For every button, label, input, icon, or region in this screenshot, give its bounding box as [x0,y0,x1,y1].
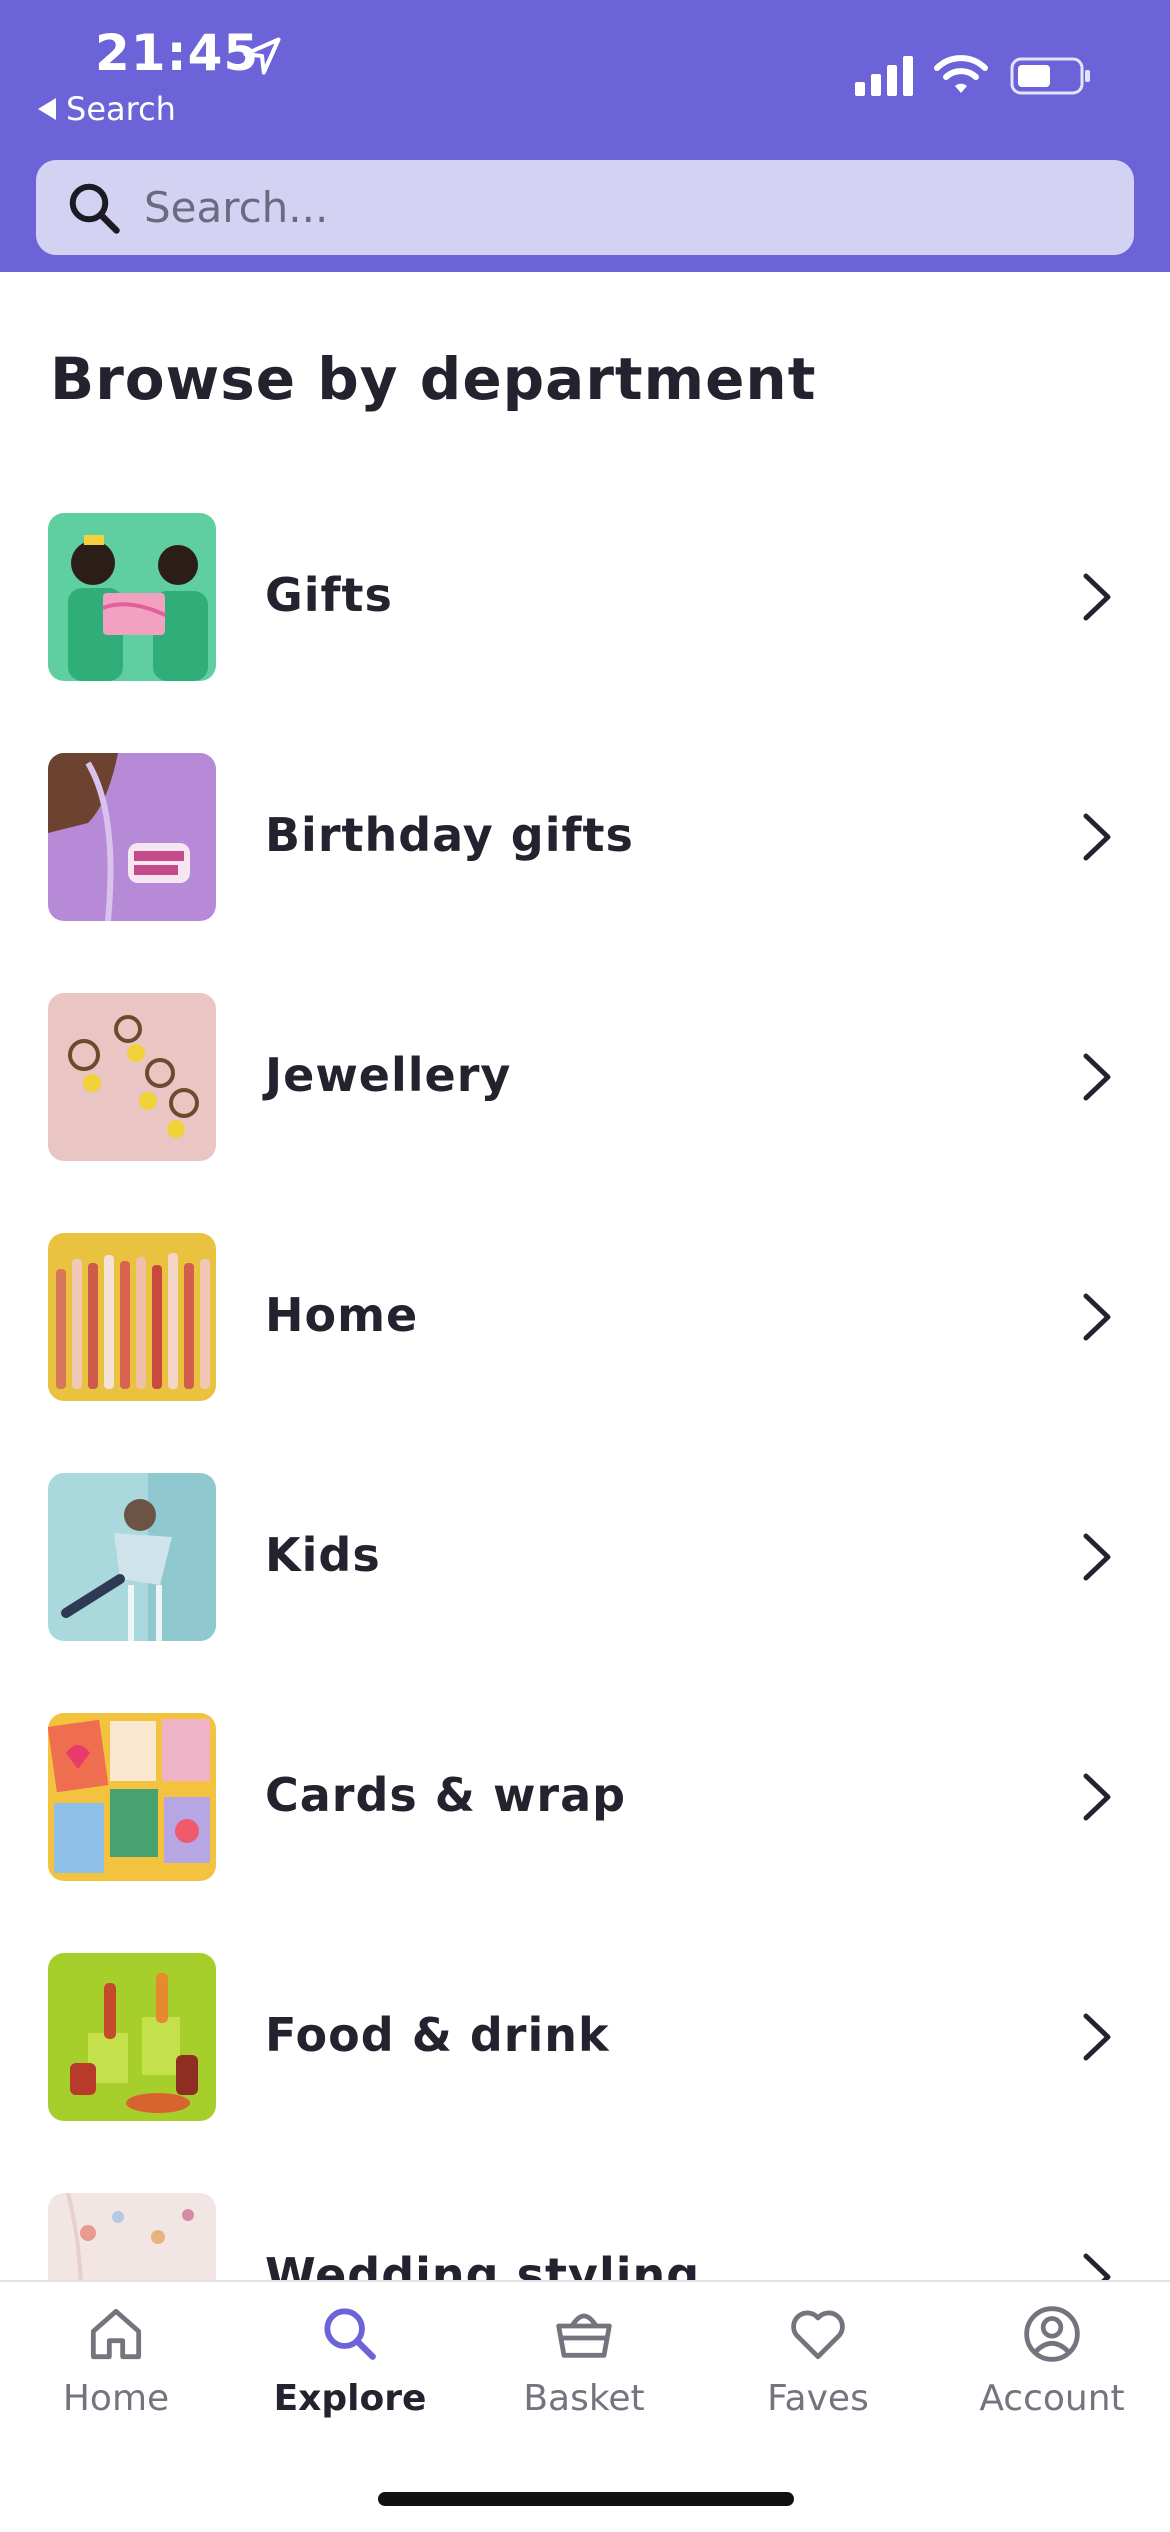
food-drink-image [48,1953,216,2121]
wifi-icon [934,55,988,93]
home-indicator [378,2492,794,2506]
chevron-right-icon [1083,1293,1111,1341]
chevron-right-icon [1083,1053,1111,1101]
department-label: Gifts [265,568,393,622]
department-item-birthday-gifts[interactable]: Birthday gifts [0,730,1170,970]
user-circle-icon [1024,2306,1080,2362]
tab-explore[interactable]: Explore [245,2302,455,2452]
department-item-cards-wrap[interactable]: Cards & wrap [0,1690,1170,1930]
tab-label: Home [62,2378,170,2419]
department-item-wedding-styling[interactable]: Wedding styling [0,2170,1170,2280]
status-time: 21:45 [95,24,260,82]
chevron-right-icon [1083,1773,1111,1821]
signal-icon [855,56,913,96]
house-icon [90,2308,142,2360]
department-label: Kids [265,1528,381,1582]
tab-label: Faves [767,2378,869,2419]
home-image [48,1233,216,1401]
department-label: Birthday gifts [265,808,634,862]
department-label: Food & drink [265,2008,610,2062]
department-label: Jewellery [265,1048,512,1102]
jewellery-image [48,993,216,1161]
back-link-label: Search [66,90,176,128]
chevron-right-icon [1083,2013,1111,2061]
page-title: Browse by department [50,345,817,413]
battery-icon [1010,57,1090,95]
gifts-image [48,513,216,681]
basket-icon [556,2313,612,2358]
bottom-tab-bar: Home Explore Basket Faves Account [0,2280,1170,2532]
tab-label: Basket [523,2378,645,2419]
tab-account[interactable]: Account [947,2302,1157,2452]
tab-label: Account [979,2378,1125,2419]
department-list: Gifts Birthday gifts Jewellery Home Kids… [0,490,1170,2280]
department-item-kids[interactable]: Kids [0,1450,1170,1690]
department-item-gifts[interactable]: Gifts [0,490,1170,730]
department-label: Cards & wrap [265,1768,627,1822]
location-arrow-icon [243,37,281,75]
back-triangle-icon [38,98,56,120]
search-bar[interactable] [36,160,1134,255]
cards-wrap-image [48,1713,216,1881]
department-item-home[interactable]: Home [0,1210,1170,1450]
chevron-right-icon [1083,813,1111,861]
chevron-right-icon [1083,573,1111,621]
chevron-right-icon [1083,2253,1111,2280]
birthday-gifts-image [48,753,216,921]
search-icon [324,2308,376,2360]
kids-image [48,1473,216,1641]
tab-faves[interactable]: Faves [713,2302,923,2452]
tab-label: Explore [273,2378,427,2419]
search-input[interactable] [144,183,1044,232]
department-label: Wedding styling [265,2248,701,2280]
tab-home[interactable]: Home [11,2302,221,2452]
heart-icon [791,2310,845,2360]
department-item-jewellery[interactable]: Jewellery [0,970,1170,1210]
tab-basket[interactable]: Basket [479,2302,689,2452]
chevron-right-icon [1083,1533,1111,1581]
back-to-search-link[interactable]: Search [38,90,176,128]
app-header: 21:45 Search [0,0,1170,272]
department-item-food-drink[interactable]: Food & drink [0,1930,1170,2170]
wedding-styling-image [48,2193,216,2280]
search-icon [69,183,120,234]
department-label: Home [265,1288,419,1342]
